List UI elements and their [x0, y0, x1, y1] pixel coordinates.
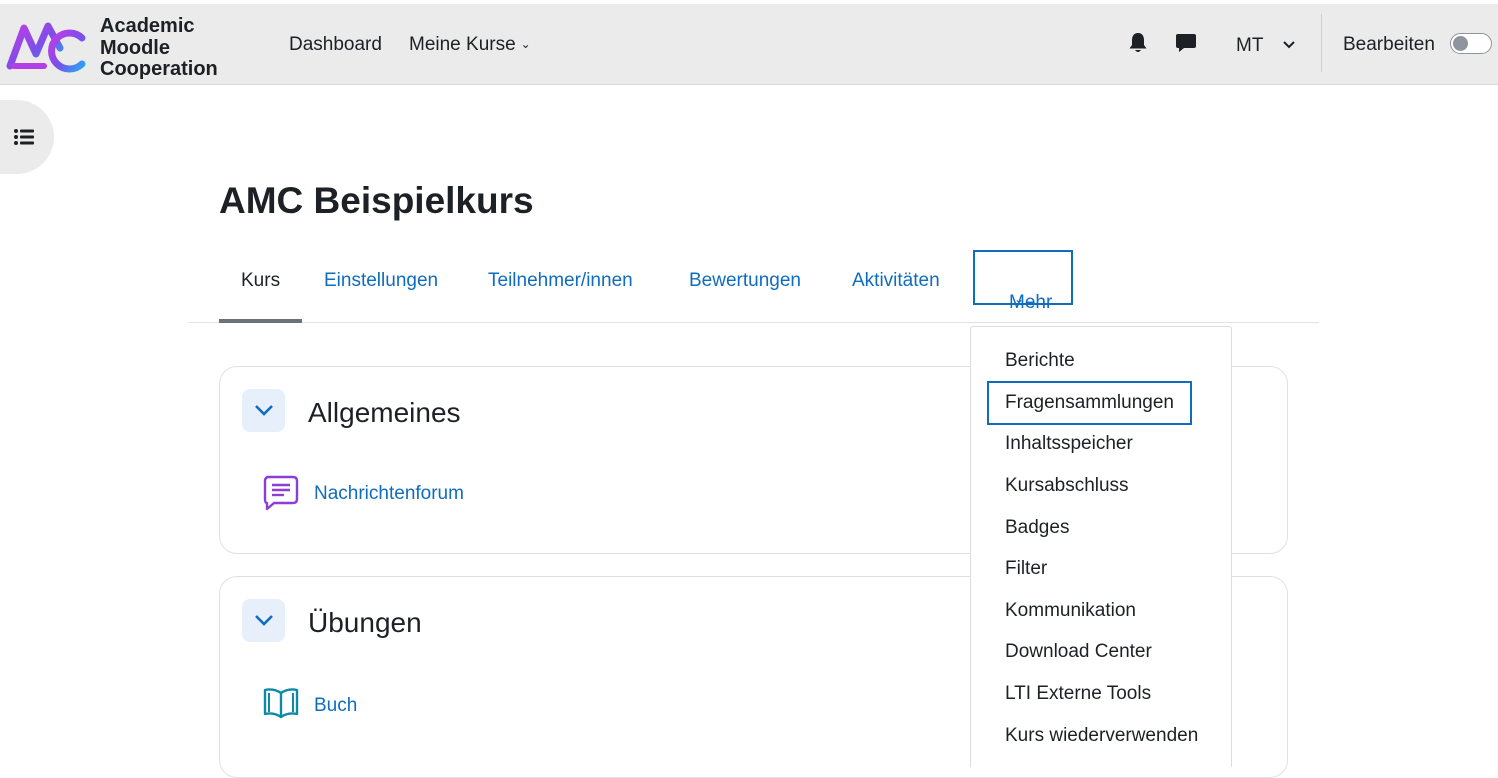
section-collapse-button[interactable]: [242, 389, 285, 432]
toggle-knob: [1453, 36, 1468, 51]
chevron-down-icon: ⌄: [1014, 292, 1025, 306]
edit-mode-label: Bearbeiten: [1343, 34, 1435, 55]
active-tab-indicator: [219, 319, 302, 323]
amc-logo-icon: [6, 22, 86, 73]
chevron-down-icon: [255, 405, 273, 416]
list-icon: [14, 129, 34, 145]
user-menu-chevron-down-icon[interactable]: [1282, 37, 1296, 55]
tab-aktivitaeten[interactable]: Aktivitäten: [852, 270, 940, 292]
more-dropdown-menu: Berichte Fragensammlungen Inhaltsspeiche…: [970, 326, 1232, 767]
tab-einstellungen[interactable]: Einstellungen: [324, 270, 438, 292]
site-logo[interactable]: Academic Moodle Cooperation: [6, 10, 236, 80]
book-icon: [263, 688, 299, 719]
menu-item-fragensammlungen[interactable]: Fragensammlungen: [1005, 392, 1174, 414]
menu-item-badges[interactable]: Badges: [1005, 517, 1069, 539]
course-index-toggle[interactable]: [0, 100, 54, 174]
logo-text: Academic Moodle Cooperation: [100, 15, 218, 81]
menu-item-download-center[interactable]: Download Center: [1005, 641, 1152, 663]
menu-item-filter[interactable]: Filter: [1005, 558, 1047, 580]
menu-item-kommunikation[interactable]: Kommunikation: [1005, 600, 1136, 622]
activity-label[interactable]: Nachrichtenforum: [314, 483, 464, 505]
tab-kurs[interactable]: Kurs: [241, 270, 280, 292]
section-collapse-button[interactable]: [242, 599, 285, 642]
chevron-down-icon: [255, 615, 273, 626]
menu-item-berichte[interactable]: Berichte: [1005, 350, 1075, 372]
user-initials[interactable]: MT: [1236, 35, 1263, 57]
forum-icon: [263, 475, 299, 511]
top-navbar: Academic Moodle Cooperation Dashboard Me…: [0, 4, 1498, 85]
secondary-navigation: Kurs Einstellungen Teilnehmer/innen Bewe…: [189, 250, 1319, 323]
section-title: Übungen: [308, 607, 422, 638]
menu-item-inhaltsspeicher[interactable]: Inhaltsspeicher: [1005, 433, 1133, 455]
activity-label[interactable]: Buch: [314, 695, 357, 717]
section-title: Allgemeines: [308, 397, 461, 428]
logo-line-2: Moodle: [100, 36, 170, 59]
edit-mode-toggle[interactable]: [1450, 33, 1492, 54]
menu-item-kursabschluss[interactable]: Kursabschluss: [1005, 475, 1129, 497]
chat-bubble-icon[interactable]: [1175, 32, 1197, 59]
chevron-down-icon: ⌄: [520, 37, 531, 51]
menu-item-lti-externe-tools[interactable]: LTI Externe Tools: [1005, 683, 1151, 705]
tab-bewertungen[interactable]: Bewertungen: [689, 270, 801, 292]
navbar-divider: [1321, 14, 1322, 72]
nav-link-meine-kurse-label: Meine Kurse: [409, 34, 516, 55]
tab-teilnehmer[interactable]: Teilnehmer/innen: [488, 270, 633, 292]
tab-mehr[interactable]: Mehr ⌄: [973, 250, 1073, 313]
menu-item-kurs-wiederverwenden[interactable]: Kurs wiederverwenden: [1005, 725, 1198, 747]
bell-icon[interactable]: [1128, 32, 1148, 59]
logo-line-1: Academic: [100, 15, 195, 37]
nav-link-dashboard[interactable]: Dashboard: [289, 34, 382, 56]
logo-line-3: Cooperation: [100, 58, 218, 80]
nav-link-meine-kurse[interactable]: Meine Kurse ⌄: [409, 34, 531, 56]
page-title: AMC Beispielkurs: [219, 180, 534, 221]
